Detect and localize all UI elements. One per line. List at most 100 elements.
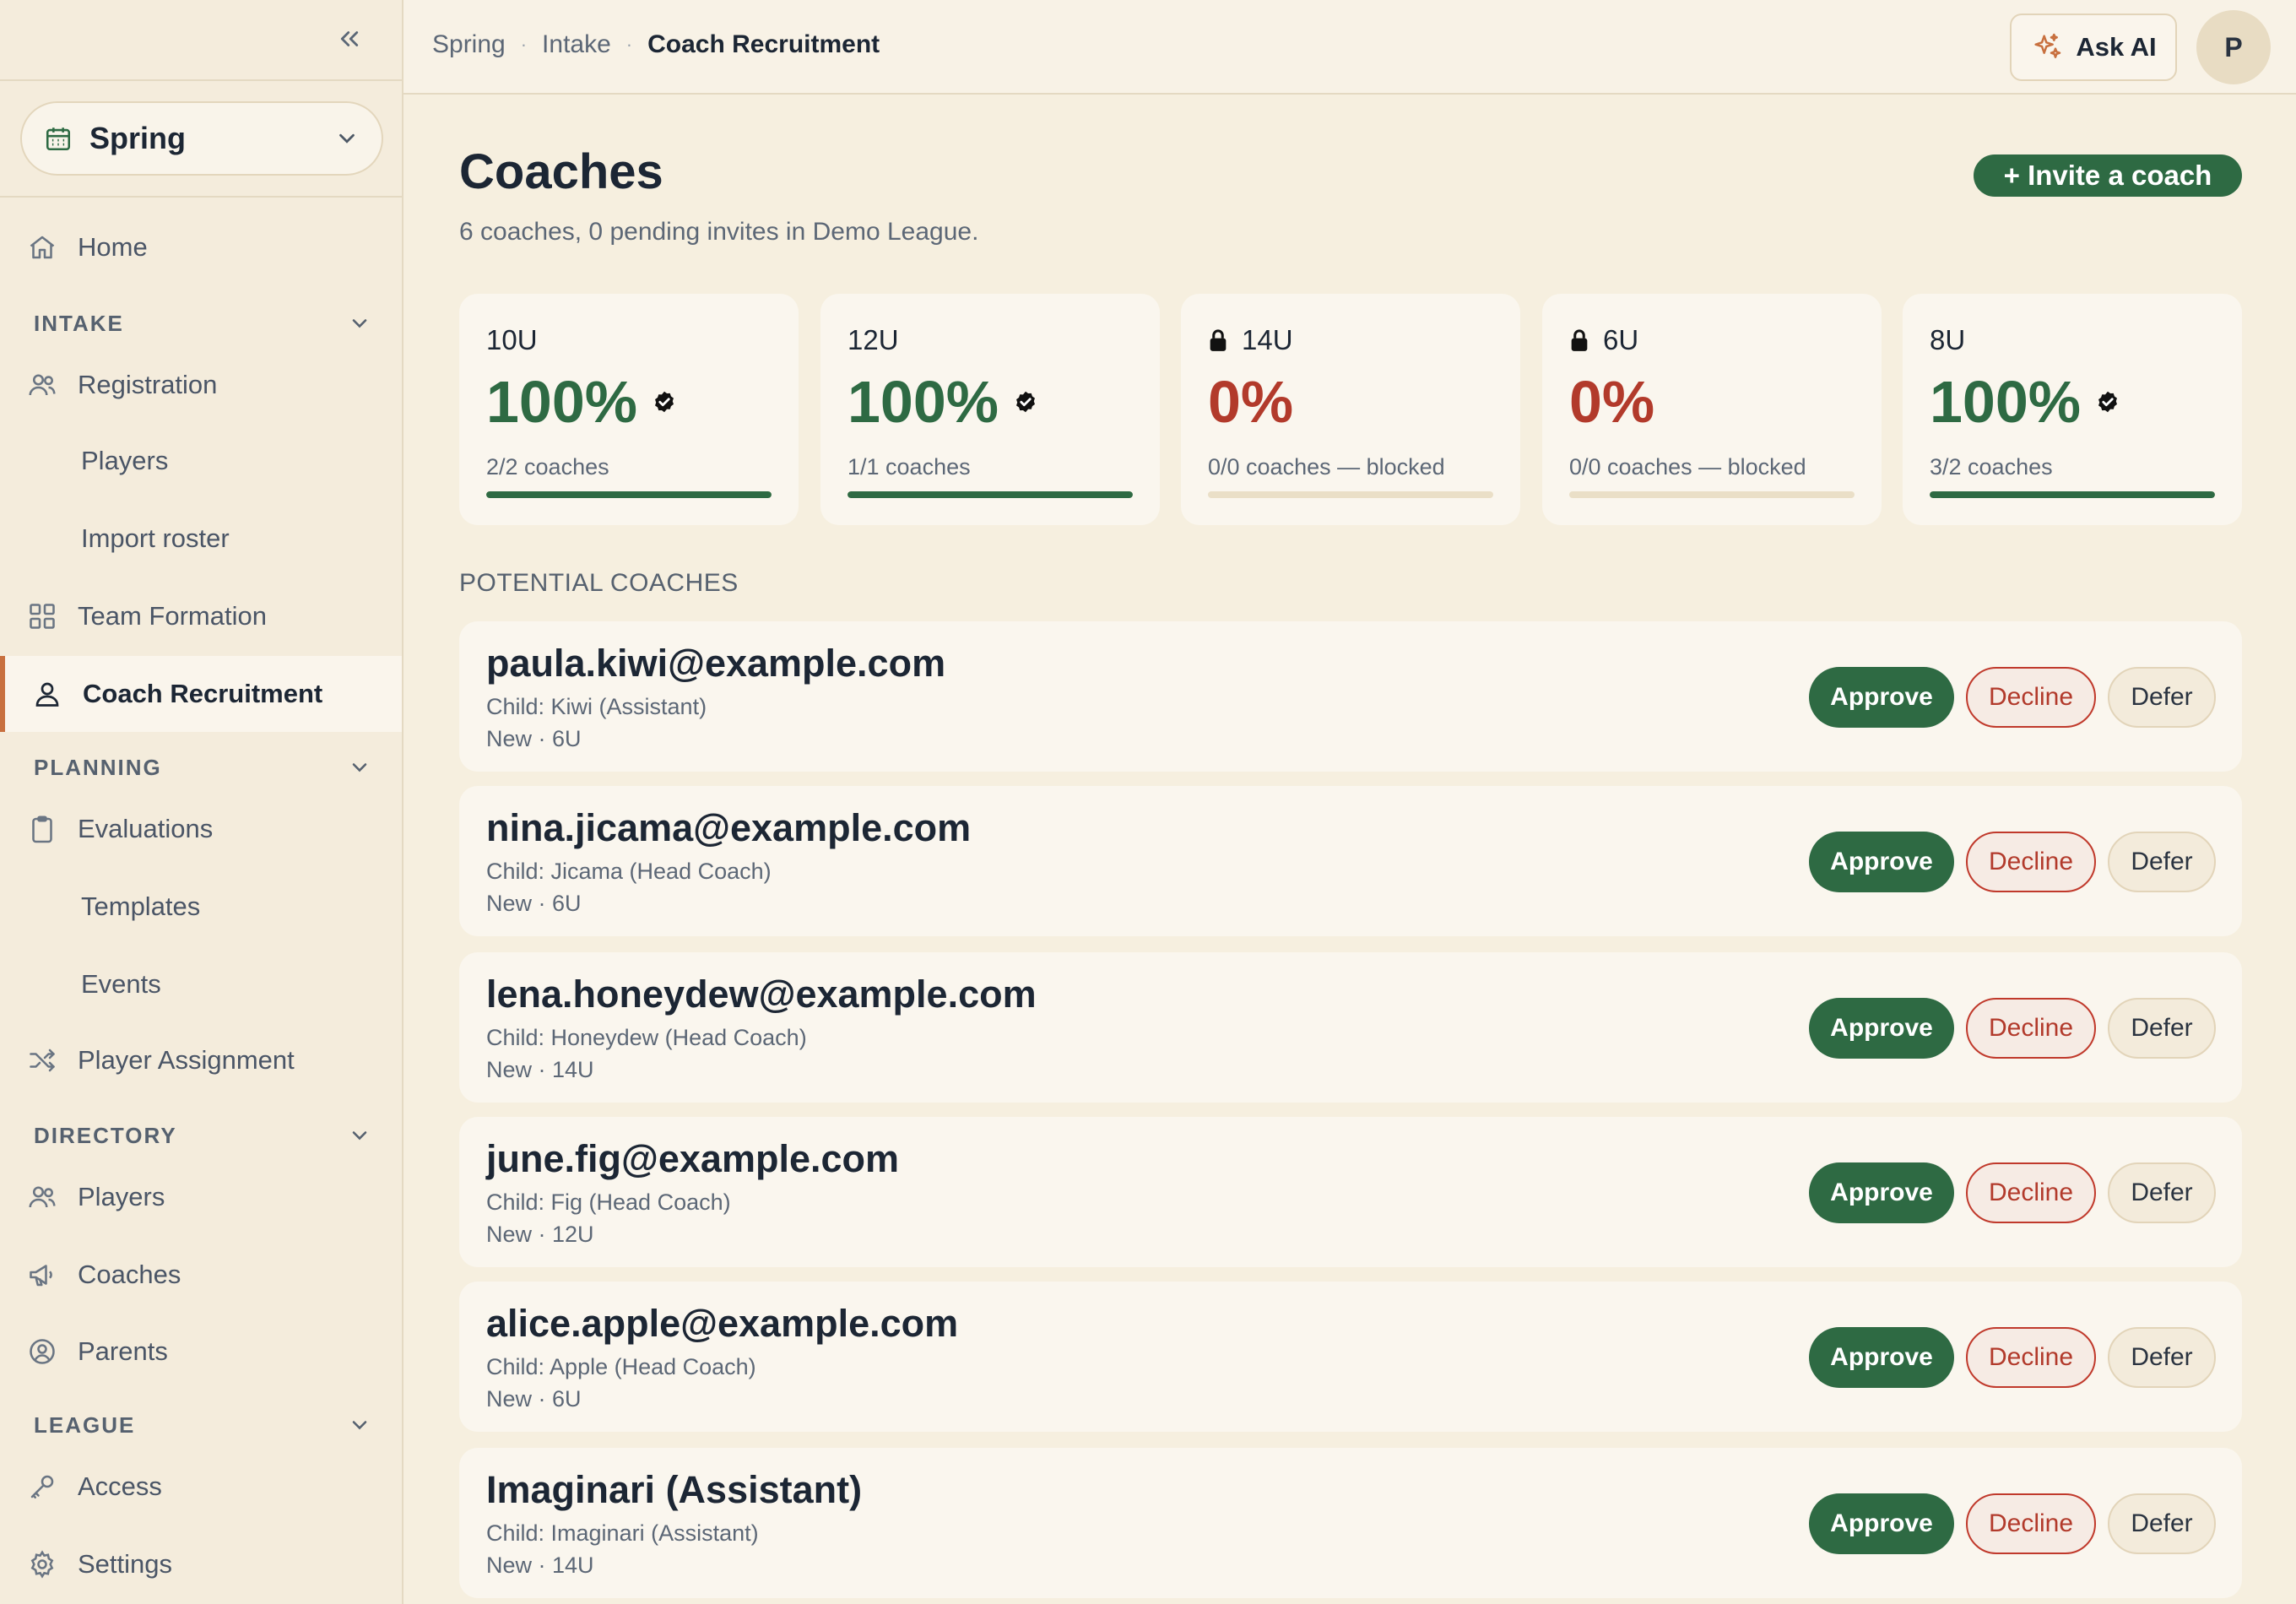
defer-button[interactable]: Defer <box>2108 1327 2216 1388</box>
progress-bar <box>1930 491 2215 498</box>
sidebar-item-evaluations[interactable]: Evaluations <box>0 791 402 867</box>
decline-button[interactable]: Decline <box>1966 667 2096 728</box>
approve-button[interactable]: Approve <box>1809 832 1954 892</box>
stat-coach-count: 0/0 coaches — blocked <box>1569 454 1806 480</box>
defer-button[interactable]: Defer <box>2108 1162 2216 1223</box>
approve-button[interactable]: Approve <box>1809 1493 1954 1554</box>
sidebar-item-label: Home <box>78 232 148 262</box>
approve-button[interactable]: Approve <box>1809 667 1954 728</box>
stat-age-group: 6U <box>1569 324 1638 356</box>
sidebar-item-label: Access <box>78 1471 162 1501</box>
sidebar-item-coach-recruitment[interactable]: Coach Recruitment <box>0 656 402 732</box>
stat-card: 14U 0% 0/0 coaches — blocked <box>1181 294 1520 525</box>
stat-percent-value: 100% <box>486 369 638 435</box>
stat-percent: 0% <box>1208 368 1293 436</box>
decline-button[interactable]: Decline <box>1966 1162 2096 1223</box>
breadcrumb-spring[interactable]: Spring <box>432 30 506 59</box>
sidebar-item-label: Coaches <box>78 1260 181 1289</box>
sidebar-item-home[interactable]: Home <box>0 209 402 285</box>
coach-meta: New · 6U <box>486 891 582 916</box>
invite-coach-button[interactable]: + Invite a coach <box>1974 154 2242 197</box>
coach-meta: New · 14U <box>486 1057 594 1082</box>
coach-email: Imaginari (Assistant) <box>486 1468 863 1511</box>
sidebar-item-templates[interactable]: Templates <box>0 869 402 945</box>
section-intake[interactable]: INTAKE <box>34 306 371 340</box>
chevron-down-icon <box>348 312 371 335</box>
section-title: LEAGUE <box>34 1412 136 1438</box>
collapse-sidebar-button[interactable] <box>331 20 368 57</box>
coach-meta: New · 14U <box>486 1553 594 1578</box>
coach-child: Child: Jicama (Head Coach) <box>486 859 772 884</box>
chevron-down-icon <box>348 1413 371 1437</box>
sidebar-item-events[interactable]: Events <box>0 946 402 1022</box>
coach-child: Child: Honeydew (Head Coach) <box>486 1025 807 1050</box>
stat-card: 8U 100% 3/2 coaches <box>1903 294 2242 525</box>
sidebar-item-access[interactable]: Access <box>0 1449 402 1525</box>
stat-coach-count: 1/1 coaches <box>847 454 971 480</box>
sidebar-item-coaches[interactable]: Coaches <box>0 1237 402 1313</box>
defer-button[interactable]: Defer <box>2108 667 2216 728</box>
coach-email: paula.kiwi@example.com <box>486 642 946 685</box>
approve-button[interactable]: Approve <box>1809 998 1954 1059</box>
decline-button[interactable]: Decline <box>1966 1493 2096 1554</box>
section-directory[interactable]: DIRECTORY <box>34 1119 371 1152</box>
ask-ai-button[interactable]: Ask AI <box>2010 14 2177 81</box>
sidebar-item-players[interactable]: Players <box>0 423 402 499</box>
sidebar-item-label: Players <box>78 1182 165 1211</box>
avatar[interactable]: P <box>2196 10 2271 84</box>
sparkles-icon <box>2030 30 2064 64</box>
stat-percent: 100% <box>486 368 676 436</box>
progress-bar <box>486 491 772 498</box>
sidebar-item-label: Events <box>81 969 161 999</box>
double-chevron-left-icon <box>340 31 359 46</box>
stat-age-group: 12U <box>847 324 899 356</box>
decline-button[interactable]: Decline <box>1966 832 2096 892</box>
decline-button[interactable]: Decline <box>1966 998 2096 1059</box>
progress-bar <box>847 491 1133 498</box>
stat-coach-count: 2/2 coaches <box>486 454 609 480</box>
chevron-down-icon <box>348 1124 371 1147</box>
defer-button[interactable]: Defer <box>2108 1493 2216 1554</box>
check-badge-icon <box>653 390 676 414</box>
approve-button[interactable]: Approve <box>1809 1162 1954 1223</box>
sidebar-item-parents[interactable]: Parents <box>0 1314 402 1390</box>
defer-button[interactable]: Defer <box>2108 832 2216 892</box>
coach-meta: New · 6U <box>486 726 582 751</box>
breadcrumb-separator: · <box>625 34 633 55</box>
key-icon <box>27 1471 57 1502</box>
sidebar-item-directory-players[interactable]: Players <box>0 1159 402 1235</box>
stat-card: 10U 100% 2/2 coaches <box>459 294 799 525</box>
clipboard-icon <box>27 814 57 844</box>
breadcrumb: Spring · Intake · Coach Recruitment <box>432 30 880 59</box>
section-league[interactable]: LEAGUE <box>34 1408 371 1442</box>
coach-meta: New · 6U <box>486 1386 582 1412</box>
sidebar-item-team-formation[interactable]: Team Formation <box>0 578 402 654</box>
season-select[interactable]: Spring <box>20 101 383 176</box>
breadcrumb-intake[interactable]: Intake <box>542 30 611 59</box>
approve-button[interactable]: Approve <box>1809 1327 1954 1388</box>
defer-button[interactable]: Defer <box>2108 998 2216 1059</box>
breadcrumb-current: Coach Recruitment <box>647 30 880 58</box>
user-icon <box>32 679 62 709</box>
section-title: INTAKE <box>34 310 124 336</box>
sidebar-item-settings[interactable]: Settings <box>0 1526 402 1602</box>
decline-button[interactable]: Decline <box>1966 1327 2096 1388</box>
coach-email: lena.honeydew@example.com <box>486 973 1037 1016</box>
potential-coaches-heading: POTENTIAL COACHES <box>459 569 739 597</box>
coach-email: alice.apple@example.com <box>486 1302 959 1345</box>
sidebar-item-label: Registration <box>78 370 218 399</box>
section-planning[interactable]: PLANNING <box>34 751 371 784</box>
stat-age-label: 12U <box>847 324 899 355</box>
sidebar-item-player-assignment[interactable]: Player Assignment <box>0 1022 402 1098</box>
season-selector-wrap: Spring <box>0 81 402 198</box>
coach-child: Child: Apple (Head Coach) <box>486 1354 756 1379</box>
sidebar-item-label: Parents <box>78 1336 168 1366</box>
stat-percent: 0% <box>1569 368 1654 436</box>
sidebar-item-label: Templates <box>81 891 201 921</box>
sidebar-item-registration[interactable]: Registration <box>0 347 402 423</box>
coach-card: nina.jicama@example.com Child: Jicama (H… <box>459 786 2242 936</box>
stat-age-group: 14U <box>1208 324 1293 356</box>
sidebar-item-import-roster[interactable]: Import roster <box>0 501 402 577</box>
stat-percent-value: 0% <box>1208 369 1294 435</box>
section-title: DIRECTORY <box>34 1122 177 1148</box>
